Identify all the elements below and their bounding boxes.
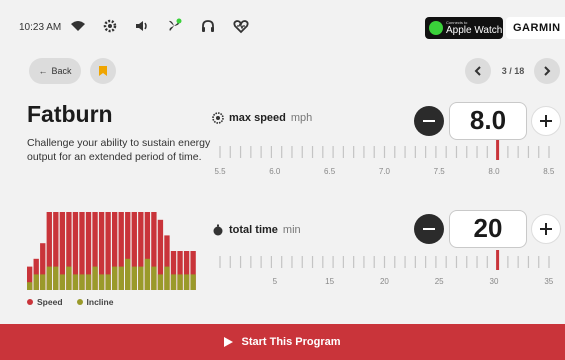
incline-bar [79,274,85,290]
headphones-icon[interactable] [200,18,216,34]
scale-tick-label: 35 [544,277,553,286]
speed-decrease-button[interactable] [414,106,444,136]
total-time-label: total time min [212,224,301,236]
max-speed-unit: mph [290,112,313,124]
bookmark-button[interactable] [90,58,116,84]
incline-bar [66,266,72,290]
total-time-slider[interactable]: 5 15 20 25 30 35 [212,250,557,290]
stopwatch-icon [213,224,223,236]
next-program-button[interactable] [534,58,560,84]
scale-tick-label: 8.0 [488,167,500,176]
scale-tick-label: 8.5 [543,167,555,176]
previous-program-button[interactable] [465,58,491,84]
incline-bar [72,274,79,290]
program-title: Fatburn [27,101,113,127]
incline-bar [125,258,131,290]
speedometer-icon [212,112,224,124]
clock: 10:23 AM [19,22,62,33]
total-time-name: total time [229,224,278,236]
scale-tick-label: 5 [273,277,278,286]
incline-bar [112,266,118,290]
arrow-left-icon: ← [38,66,48,76]
time-increase-button[interactable] [531,214,561,244]
incline-bar [151,266,157,290]
back-button[interactable]: ← Back [29,58,81,84]
apple-watch-button[interactable]: Connects to Apple Watch [425,17,503,39]
incline-bar [118,266,124,290]
bookmark-icon [99,66,107,76]
heart-rate-icon[interactable] [233,18,249,34]
garmin-button[interactable]: GARMIN [506,17,565,39]
incline-bar [183,274,190,290]
incline-bar [105,274,111,290]
incline-bar [59,274,66,290]
legend-speed: Speed [27,297,63,307]
incline-bar [170,274,177,290]
scale-tick-label: 7.0 [379,167,391,176]
incline-bar [131,266,137,290]
incline-bar [92,266,98,290]
incline-bar [157,274,164,290]
max-speed-label: max speed mph [212,112,312,124]
chart-legend: Speed Incline [27,297,113,307]
scale-tick-label: 6.0 [269,167,281,176]
back-label: Back [51,66,72,76]
incline-bar [177,274,183,290]
scale-tick-label: 30 [490,277,499,286]
incline-bar [40,274,46,290]
speed-increase-button[interactable] [531,106,561,136]
gear-icon[interactable] [102,18,118,34]
incline-bar [98,274,105,290]
speed-legend-label: Speed [37,297,63,307]
total-time-value: 20 [449,210,527,248]
apple-watch-label: Apple Watch [446,25,503,36]
start-program-button[interactable]: Start This Program [0,324,565,360]
incline-legend-label: Incline [86,297,114,307]
scale-tick-label: 7.5 [434,167,446,176]
incline-bar [27,282,33,290]
time-decrease-button[interactable] [414,214,444,244]
watch-connect-icon [429,21,443,35]
wifi-icon [70,18,86,34]
page-indicator: 3 / 18 [501,66,525,76]
scale-tick-label: 6.5 [324,167,336,176]
start-program-label: Start This Program [241,336,341,348]
scale-tick-label: 15 [325,277,334,286]
scale-tick-label: 20 [380,277,389,286]
incline-bar [144,258,151,290]
incline-bar [164,266,170,290]
incline-bar [190,274,196,290]
status-bar: 10:23 AM Connects to Apple Watch GARMIN [0,0,565,52]
fan-icon[interactable] [166,18,182,34]
play-icon [224,337,234,347]
speed-legend-dot [27,299,33,305]
speaker-icon[interactable] [134,18,150,34]
scale-tick-label: 5.5 [214,167,226,176]
incline-bar [46,266,52,290]
legend-incline: Incline [76,297,114,307]
incline-legend-dot [76,299,83,305]
max-speed-slider[interactable]: 5.5 6.0 6.5 7.0 7.5 8.0 8.5 [212,140,557,180]
max-speed-value: 8.0 [449,102,527,140]
incline-bar [85,274,92,290]
incline-bar [53,266,59,290]
max-speed-name: max speed [229,112,286,124]
program-description: Challenge your ability to sustain energy… [27,137,211,163]
incline-bar [33,274,39,290]
total-time-unit: min [282,224,301,236]
incline-bar [138,266,144,290]
program-profile-chart [27,212,196,290]
chevron-right-icon [544,66,551,76]
scale-tick-label: 25 [435,277,444,286]
chevron-left-icon [474,66,481,76]
